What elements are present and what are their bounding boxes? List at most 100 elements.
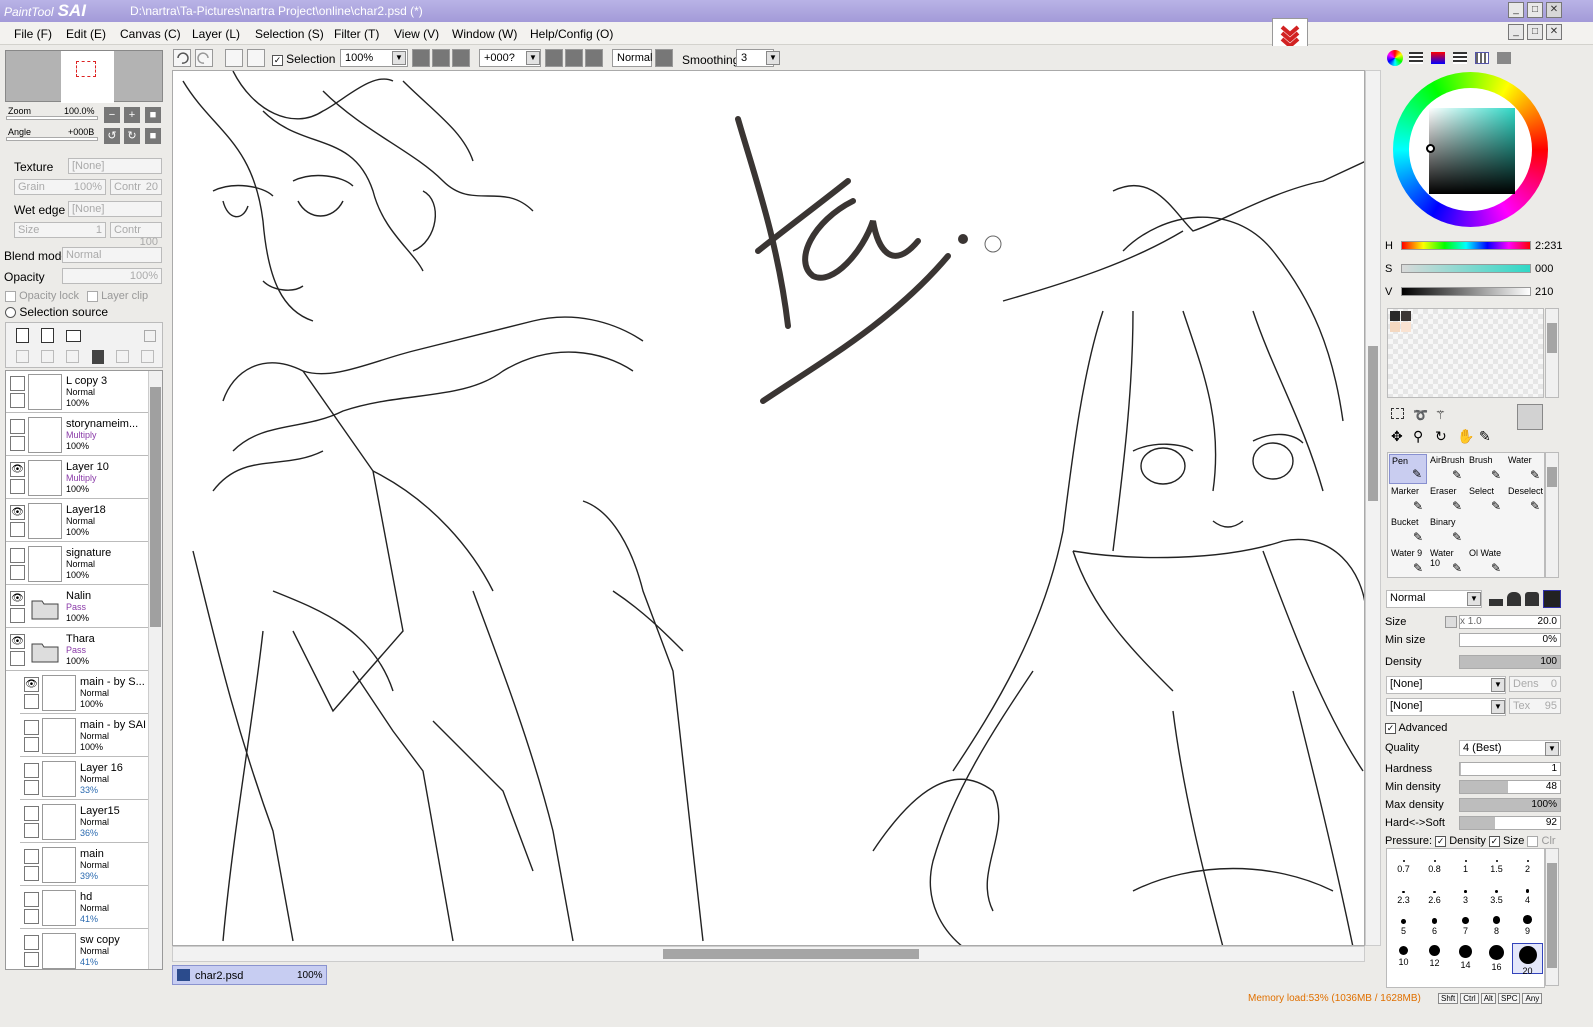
tool-eraser[interactable]: Eraser ✎ [1428, 485, 1466, 515]
layer-lock-toggle[interactable] [24, 909, 39, 924]
layer-row[interactable]: main - by SAI Normal 100% [20, 715, 148, 757]
visibility-toggle[interactable] [24, 806, 39, 821]
navigator-preview[interactable]: ​ [5, 50, 163, 103]
layer-lock-toggle[interactable] [10, 436, 25, 451]
chevron-down-icon[interactable]: ▼ [1545, 742, 1559, 756]
layer-lock-toggle[interactable] [10, 565, 25, 580]
brush-size-preset[interactable]: 3.5 [1481, 881, 1512, 912]
zoom-plus-button[interactable]: + [124, 107, 140, 123]
brush-size-preset[interactable]: 2 [1512, 850, 1543, 881]
marquee-icon[interactable] [1391, 408, 1404, 419]
canvas-vertical-scrollbar[interactable] [1365, 70, 1381, 946]
visibility-toggle[interactable] [24, 849, 39, 864]
layer-row[interactable]: 👁 main - by S... Normal 100% [20, 672, 148, 714]
hsv-slider-tab-icon[interactable] [1431, 52, 1445, 64]
layer-lock-toggle[interactable] [10, 522, 25, 537]
rotate-right-button[interactable] [565, 49, 583, 67]
wet-contr-field[interactable]: Contr 100 [110, 222, 162, 248]
eye-icon[interactable]: 👁 [10, 462, 25, 477]
rotate-ccw-button[interactable]: ↺ [104, 128, 120, 144]
value-slider[interactable] [1401, 287, 1531, 296]
opacity-slider[interactable]: 100% [62, 268, 162, 284]
brush-size-preset[interactable]: 5 [1388, 912, 1419, 943]
layer-lock-toggle[interactable] [24, 694, 39, 709]
deselect-button[interactable] [225, 49, 243, 67]
size-lock-icon[interactable] [1445, 616, 1457, 628]
document-tab[interactable]: char2.psd 100% [172, 965, 327, 985]
clear-layer-icon[interactable] [66, 350, 79, 363]
layer-row[interactable]: 👁 Layer 10 Multiply 100% [6, 457, 148, 499]
min-density-slider[interactable]: 48 [1459, 780, 1561, 794]
doc-restore-button[interactable]: □ [1527, 24, 1543, 40]
menu-edit[interactable]: Edit (E) [66, 27, 106, 41]
visibility-toggle[interactable] [10, 376, 25, 391]
opacity-lock-checkbox[interactable]: Opacity lock [5, 290, 79, 302]
zoom-fit-button[interactable]: ■ [145, 107, 161, 123]
chevron-down-icon[interactable]: ▼ [1491, 678, 1505, 692]
brush-texture-select[interactable]: [None] [1386, 698, 1506, 716]
swatch-scrollbar[interactable] [1545, 308, 1559, 398]
menu-canvas[interactable]: Canvas (C) [120, 27, 181, 41]
layer-row[interactable]: 👁 Thara Pass 100% [6, 629, 148, 671]
flip-button[interactable] [655, 49, 673, 67]
brush-size-preset[interactable]: 6 [1419, 912, 1450, 943]
flatten-icon[interactable] [141, 350, 154, 363]
tool-water-9[interactable]: Water 9 ✎ [1389, 547, 1427, 577]
eye-icon[interactable]: 👁 [10, 505, 25, 520]
brush-size-preset[interactable]: 1 [1450, 850, 1481, 881]
wet-size-field[interactable]: Size 1 [14, 222, 106, 238]
layer-scrollbar[interactable] [148, 371, 162, 969]
chevron-down-icon[interactable]: ▼ [766, 51, 780, 65]
zoom-in-button[interactable] [432, 49, 450, 67]
tool-water[interactable]: Water ✎ [1506, 454, 1544, 484]
color-wheel[interactable] [1393, 72, 1548, 227]
shape-hard-icon[interactable] [1543, 590, 1561, 608]
layer-lock-toggle[interactable] [24, 737, 39, 752]
selection-source-radio[interactable]: Selection source [5, 305, 108, 319]
lasso-icon[interactable]: ➰ [1413, 408, 1428, 422]
tool-select[interactable]: Select ✎ [1467, 485, 1505, 515]
layer-row[interactable]: L copy 3 Normal 100% [6, 371, 148, 413]
new-layer-icon[interactable] [16, 328, 29, 343]
rgb-slider-tab-icon[interactable] [1409, 52, 1423, 64]
layer-clip-checkbox[interactable]: Layer clip [87, 290, 148, 302]
hand-icon[interactable]: ✋ [1457, 428, 1474, 445]
zoom-reset-button[interactable] [452, 49, 470, 67]
layer-lock-toggle[interactable] [10, 651, 25, 666]
tool-binary[interactable]: Binary ✎ [1428, 516, 1466, 546]
grain-field[interactable]: Grain 100% [14, 179, 106, 195]
new-linework-layer-icon[interactable] [41, 328, 54, 343]
hard-soft-slider[interactable]: 92 [1459, 816, 1561, 830]
layer-row[interactable]: main Normal 39% [20, 844, 148, 886]
layer-lock-toggle[interactable] [24, 780, 39, 795]
brush-size-preset[interactable]: 0.7 [1388, 850, 1419, 881]
layer-row[interactable]: storynameim... Multiply 100% [6, 414, 148, 456]
layer-row[interactable]: 👁 Nalin Pass 100% [6, 586, 148, 628]
max-density-slider[interactable]: 100% [1459, 798, 1561, 812]
any-key[interactable]: Any [1522, 993, 1543, 1004]
alt-key[interactable]: Alt [1480, 993, 1497, 1004]
shift-key[interactable]: Shft [1438, 993, 1459, 1004]
tool-ol-wate[interactable]: Ol Wate ✎ [1467, 547, 1505, 577]
layer-row[interactable]: hd Normal 41% [20, 887, 148, 929]
eyedropper-icon[interactable]: ✎ [1479, 428, 1491, 445]
visibility-toggle[interactable] [24, 763, 39, 778]
scratchpad-tab-icon[interactable] [1497, 52, 1511, 64]
magic-wand-icon[interactable]: ⚚ [1435, 408, 1446, 422]
texture-select[interactable]: [None] [68, 158, 162, 174]
selection-checkbox[interactable]: ✓ Selection [272, 52, 335, 66]
brush-size-preset[interactable]: 4 [1512, 881, 1543, 912]
layer-row[interactable]: signature Normal 100% [6, 543, 148, 585]
texture-strength-field[interactable]: Tex 95 [1509, 698, 1561, 714]
new-folder-icon[interactable] [66, 330, 81, 342]
zoom-out-button[interactable] [412, 49, 430, 67]
visibility-toggle[interactable] [10, 419, 25, 434]
primary-color-swatch[interactable] [1517, 404, 1543, 430]
menu-layer[interactable]: Layer (L) [192, 27, 240, 41]
doc-minimize-button[interactable]: _ [1508, 24, 1524, 40]
visibility-toggle[interactable] [24, 720, 39, 735]
density-slider[interactable]: 100 [1459, 655, 1561, 669]
chevron-down-icon[interactable]: ▼ [392, 51, 406, 65]
layer-row[interactable]: Layer 16 Normal 33% [20, 758, 148, 800]
tool-bucket[interactable]: Bucket ✎ [1389, 516, 1427, 546]
